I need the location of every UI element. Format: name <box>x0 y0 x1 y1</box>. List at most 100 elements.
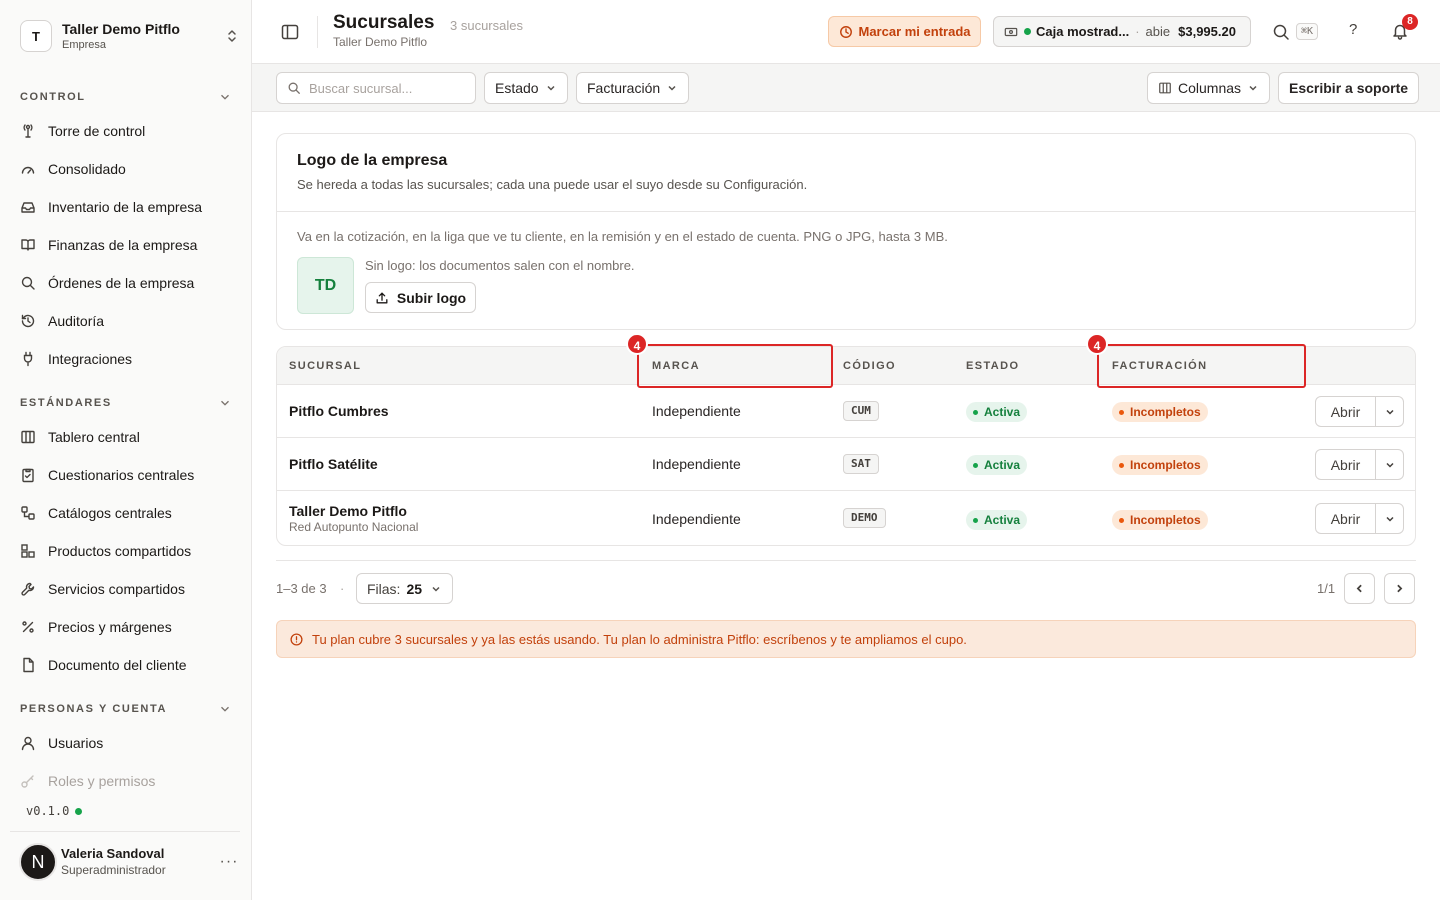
chevron-right-icon <box>1397 584 1403 593</box>
sidebar-item-inventory[interactable]: Inventario de la empresa <box>20 192 232 222</box>
clock-icon <box>839 25 852 38</box>
pagination-separator: · <box>340 581 345 596</box>
branch-code: SAT <box>843 454 879 474</box>
rows-value: 25 <box>406 580 423 597</box>
open-button[interactable]: Abrir <box>1316 397 1376 426</box>
check-in-button[interactable]: Marcar mi entrada <box>828 16 981 47</box>
open-button[interactable]: Abrir <box>1316 450 1376 479</box>
sidebar-item-catalogs[interactable]: Catálogos centrales <box>20 498 232 528</box>
branch-name: Taller Demo Pitflo <box>289 503 407 519</box>
columns-dropdown[interactable]: Columnas <box>1147 72 1271 104</box>
chevron-down-icon <box>221 94 229 100</box>
sidebar-item-control-tower[interactable]: Torre de control <box>20 116 232 146</box>
search-icon <box>21 276 35 290</box>
section-people[interactable]: PERSONAS Y CUENTA <box>20 702 232 716</box>
chevron-down-icon <box>1249 85 1257 91</box>
status-filter-dropdown[interactable]: Estado <box>484 72 568 104</box>
contact-support-button[interactable]: Escribir a soporte <box>1278 72 1420 104</box>
upload-logo-label: Subir logo <box>396 289 467 306</box>
open-split-button: Abrir <box>1315 449 1404 480</box>
column-header-status[interactable]: ESTADO <box>966 360 1019 372</box>
open-menu-button[interactable] <box>1376 450 1403 479</box>
billing-filter-dropdown[interactable]: Facturación <box>576 72 690 104</box>
plug-icon <box>23 351 33 367</box>
sidebar-item-label: Órdenes de la empresa <box>48 275 195 291</box>
upload-logo-button[interactable]: Subir logo <box>365 282 476 313</box>
percent-icon <box>22 621 34 633</box>
search-input[interactable] <box>309 80 469 96</box>
banknote-icon <box>1004 27 1018 36</box>
highlight-box-brand <box>637 344 833 388</box>
history-icon <box>21 314 35 328</box>
sidebar-item-label: Servicios compartidos <box>48 581 185 597</box>
sidebar-item-roles[interactable]: Roles y permisos <box>20 766 232 796</box>
status-dot <box>1119 409 1124 415</box>
logo-note: Sin logo: los documentos salen con el no… <box>365 258 635 273</box>
alert-circle-icon <box>290 632 303 646</box>
sidebar-item-label: Inventario de la empresa <box>48 199 203 215</box>
user-menu[interactable]: N Valeria Sandoval Superadministrador ··… <box>19 842 239 882</box>
sidebar-item-orders[interactable]: Órdenes de la empresa <box>20 268 232 298</box>
sidebar-item-label: Productos compartidos <box>48 543 192 559</box>
card-hint: Va en la cotización, en la liga que ve t… <box>297 229 948 244</box>
search-field[interactable] <box>276 72 476 104</box>
status-filter-label: Estado <box>495 80 539 96</box>
previous-page-button[interactable] <box>1344 573 1375 604</box>
sidebar-item-label: Catálogos centrales <box>48 505 172 521</box>
chevron-down-icon <box>432 586 440 592</box>
more-icon[interactable]: ··· <box>219 853 239 871</box>
section-standards[interactable]: ESTÁNDARES <box>20 396 232 410</box>
help-button[interactable]: ? <box>1349 21 1357 38</box>
status-dot <box>973 462 978 468</box>
billing-badge: Incompletos <box>1112 402 1208 422</box>
sidebar-item-finance[interactable]: Finanzas de la empresa <box>20 230 232 260</box>
open-menu-button[interactable] <box>1376 397 1403 426</box>
branch-network: Red Autopunto Nacional <box>289 520 419 534</box>
table-row[interactable]: Pitflo Satélite Independiente SAT Activa… <box>277 438 1415 491</box>
section-control[interactable]: CONTROL <box>20 90 232 104</box>
next-page-button[interactable] <box>1384 573 1415 604</box>
sidebar-item-pricing[interactable]: Precios y márgenes <box>20 612 232 642</box>
open-button[interactable]: Abrir <box>1316 504 1376 533</box>
notification-badge: 8 <box>1402 14 1418 30</box>
chevron-down-icon <box>1385 516 1394 522</box>
app-version: v0.1.0 <box>26 804 83 818</box>
table-row[interactable]: Pitflo Cumbres Independiente CUM Activa … <box>277 385 1415 438</box>
chevron-down-icon <box>1385 462 1394 468</box>
sidebar-item-customer-document[interactable]: Documento del cliente <box>20 650 232 680</box>
logo-placeholder: TD <box>297 257 354 314</box>
rows-label: Filas: <box>367 580 401 597</box>
sidebar-toggle-icon[interactable] <box>280 22 300 42</box>
sidebar-item-consolidated[interactable]: Consolidado <box>20 154 232 184</box>
sidebar-item-label: Precios y márgenes <box>48 619 172 635</box>
branch-name: Pitflo Satélite <box>289 456 378 472</box>
status-badge: Activa <box>966 402 1028 422</box>
sidebar-item-audit[interactable]: Auditoría <box>20 306 232 336</box>
org-name: Taller Demo Pitflo <box>62 20 180 37</box>
marker-badge-brand: 4 <box>626 333 648 355</box>
open-menu-button[interactable] <box>1376 504 1403 533</box>
sidebar-item-questionnaires[interactable]: Cuestionarios centrales <box>20 460 232 490</box>
sidebar-item-shared-products[interactable]: Productos compartidos <box>20 536 232 566</box>
sidebar-item-label: Cuestionarios centrales <box>48 467 195 483</box>
sidebar-item-users[interactable]: Usuarios <box>20 728 232 758</box>
section-standards-label: ESTÁNDARES <box>20 397 112 409</box>
branch-brand: Independiente <box>652 456 741 472</box>
sidebar-item-central-board[interactable]: Tablero central <box>20 422 232 452</box>
column-header-code[interactable]: CÓDIGO <box>843 360 896 372</box>
sidebar-item-integrations[interactable]: Integraciones <box>20 344 232 374</box>
gauge-icon <box>21 166 35 174</box>
table-row[interactable]: Taller Demo Pitflo Red Autopunto Naciona… <box>277 491 1415 545</box>
status-badge: Activa <box>966 510 1028 530</box>
org-switcher[interactable]: T Taller Demo Pitflo Empresa <box>20 18 240 54</box>
cash-register-button[interactable]: Caja mostrad... · abie $3,995.20 <box>993 16 1251 47</box>
billing-label: Incompletos <box>1130 513 1201 527</box>
search-icon[interactable] <box>1272 23 1290 41</box>
rows-per-page-select[interactable]: Filas: 25 <box>356 573 453 604</box>
filter-toolbar: Estado Facturación Columnas Escribir a s… <box>252 64 1440 112</box>
sidebar-item-shared-services[interactable]: Servicios compartidos <box>20 574 232 604</box>
page-title: Sucursales <box>333 12 435 33</box>
file-icon <box>23 657 34 673</box>
column-header-branch[interactable]: SUCURSAL <box>289 360 361 372</box>
billing-badge: Incompletos <box>1112 510 1208 530</box>
